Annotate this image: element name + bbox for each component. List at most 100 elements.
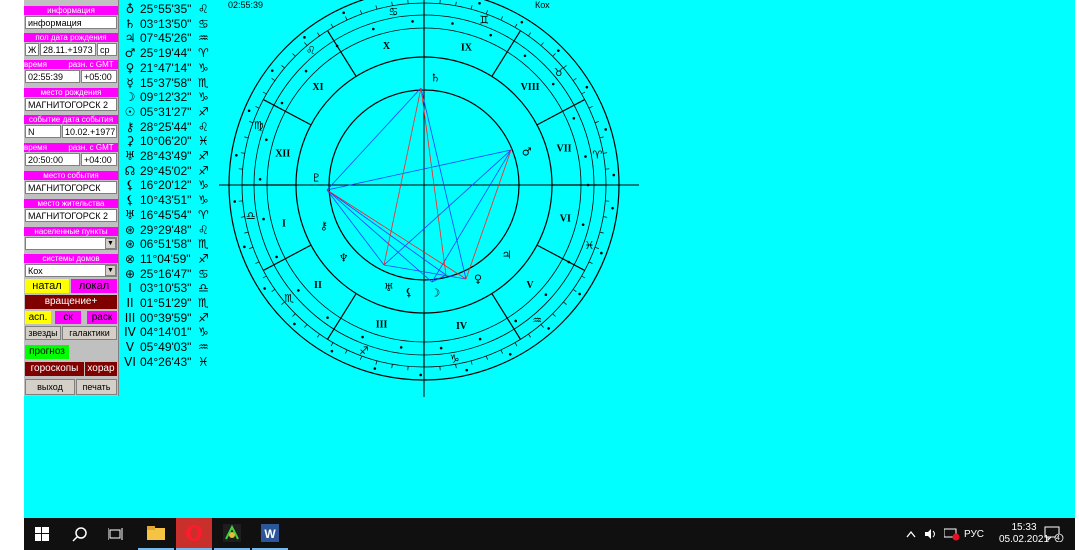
degree-tick bbox=[528, 32, 531, 37]
degree-tick bbox=[317, 32, 320, 37]
planet-row: IV 04°14'01" ♑ bbox=[120, 325, 214, 340]
zodiac-sign-glyph: ♐ bbox=[198, 163, 209, 178]
star-dot bbox=[263, 287, 266, 290]
file-explorer-icon[interactable] bbox=[138, 518, 174, 550]
planet-row: ♁ 25°55'35" ♌ bbox=[120, 2, 214, 17]
forecast-button[interactable]: прогноз bbox=[25, 345, 69, 359]
house-numeral: IX bbox=[461, 42, 473, 53]
planet-glyph: ☉ bbox=[124, 104, 136, 119]
task-view-icon[interactable] bbox=[98, 518, 134, 550]
chevron-down-icon[interactable]: ▼ bbox=[105, 238, 116, 249]
star-dot bbox=[399, 346, 403, 349]
degree-tick bbox=[552, 313, 556, 317]
planet-glyph: ⊛ bbox=[124, 237, 136, 252]
galaxies-button[interactable]: галактики bbox=[62, 326, 117, 340]
show-hidden-icons-chevron[interactable] bbox=[906, 518, 916, 550]
birth-date-field[interactable]: 28.11.+1973 bbox=[40, 43, 96, 56]
event-gmt-field[interactable]: +04:00 bbox=[81, 153, 117, 166]
horoscopes-button[interactable]: гороскопы bbox=[25, 362, 84, 376]
planet-glyph: ♅ bbox=[124, 207, 136, 222]
word-icon[interactable]: W bbox=[252, 518, 288, 550]
star-dot bbox=[258, 177, 262, 181]
exit-button[interactable]: выход bbox=[25, 379, 75, 395]
zodiac-sign-glyph: ♌ bbox=[198, 119, 209, 134]
planet-glyph: ⊗ bbox=[124, 251, 136, 266]
search-icon[interactable] bbox=[62, 518, 98, 550]
house-numeral: III bbox=[376, 320, 388, 331]
language-indicator[interactable]: РУС bbox=[964, 518, 984, 550]
eventplace-field[interactable]: МАГНИТОГОРСК bbox=[25, 181, 117, 194]
rask-button[interactable]: раск bbox=[87, 311, 117, 324]
degree-tick bbox=[281, 65, 285, 69]
zodiac-sign-glyph: ♐ bbox=[198, 251, 209, 266]
settlements-dropdown[interactable] bbox=[25, 237, 117, 250]
house-system-dropdown[interactable]: Кох bbox=[25, 264, 117, 277]
degree-tick bbox=[581, 91, 586, 95]
aspect-line bbox=[326, 149, 512, 191]
star-dot bbox=[419, 373, 422, 377]
planet-row: ⚷ 28°25'44" ♌ bbox=[120, 120, 214, 135]
house-numeral: XI bbox=[312, 82, 323, 93]
stars-button[interactable]: звезды bbox=[25, 326, 61, 340]
star-dot bbox=[585, 85, 589, 89]
rotation-button[interactable]: вращение+ bbox=[25, 295, 117, 309]
volume-icon[interactable] bbox=[924, 518, 938, 550]
planet-glyph-inner: ♄ bbox=[430, 72, 440, 85]
opera-browser-icon[interactable] bbox=[176, 518, 212, 550]
planet-row: ⚸ 10°43'51" ♑ bbox=[120, 193, 214, 208]
planet-glyph: ☿ bbox=[126, 75, 134, 90]
birth-time-field[interactable]: 02:55:39 bbox=[25, 70, 80, 83]
left-margin bbox=[0, 0, 24, 518]
notifications-icon[interactable]: 4 bbox=[1044, 518, 1064, 550]
birth-gmt-field[interactable]: +05:00 bbox=[81, 70, 117, 83]
windows-start-icon[interactable] bbox=[24, 518, 60, 550]
astrology-app-icon[interactable] bbox=[214, 518, 250, 550]
sk-button[interactable]: ск bbox=[55, 311, 81, 324]
planet-glyph: ⊕ bbox=[124, 266, 136, 281]
info-field[interactable]: информация bbox=[25, 16, 117, 29]
chevron-down-icon[interactable]: ▼ bbox=[105, 265, 116, 276]
natal-button[interactable]: натал bbox=[25, 279, 69, 293]
planet-row: ⚸ 16°20'12" ♑ bbox=[120, 178, 214, 193]
planet-glyph: III bbox=[124, 310, 136, 325]
birthplace-field[interactable]: МАГНИТОГОРСК 2 bbox=[25, 98, 117, 111]
planet-glyph: ⚳ bbox=[125, 134, 135, 149]
zodiac-sign-glyph: ♌ bbox=[198, 2, 209, 16]
event-time-field[interactable]: 20:50:00 bbox=[25, 153, 80, 166]
star-dot bbox=[478, 2, 481, 5]
print-button[interactable]: печать bbox=[76, 379, 117, 395]
zodiac-sign-glyph: ♐ bbox=[198, 310, 209, 325]
planet-position: 00°39'59" bbox=[140, 310, 192, 325]
residence-field[interactable]: МАГНИТОГОРСК 2 bbox=[25, 209, 117, 222]
sex-field[interactable]: Ж bbox=[25, 43, 39, 56]
degree-tick bbox=[594, 121, 599, 124]
degree-tick bbox=[594, 246, 599, 249]
house-numeral: X bbox=[383, 41, 391, 52]
zodiac-sign-glyph: ♏ bbox=[198, 75, 209, 90]
planet-glyph-inner: ⚸ bbox=[405, 286, 413, 299]
planet-position: 10°43'51" bbox=[140, 193, 192, 208]
planet-glyph-inner: ☽ bbox=[430, 286, 440, 299]
degree-tick bbox=[500, 349, 503, 354]
planet-row: ☿ 15°37'58" ♏ bbox=[120, 76, 214, 91]
zodiac-sign-glyph: ♋ bbox=[198, 266, 209, 281]
star-dot bbox=[520, 20, 524, 24]
horar-button[interactable]: хорар bbox=[85, 362, 117, 376]
degree-tick bbox=[249, 246, 254, 249]
network-icon[interactable] bbox=[944, 518, 960, 550]
aspects-button[interactable]: асп. bbox=[25, 311, 51, 324]
aspect-line bbox=[420, 87, 447, 276]
planet-glyph: ♃ bbox=[124, 31, 136, 46]
local-button[interactable]: локал bbox=[71, 279, 117, 293]
house-cusp-line bbox=[491, 293, 521, 340]
event-gmt-header: разн. с GMT bbox=[64, 143, 118, 152]
star-dot bbox=[514, 319, 518, 323]
birth-weekday-field[interactable]: ср bbox=[97, 43, 117, 56]
event-date-field[interactable]: 10.02.+1977 bbox=[62, 125, 117, 138]
planet-glyph: ⊛ bbox=[124, 222, 136, 237]
planet-glyph-inner: ♀ bbox=[474, 273, 482, 286]
zodiac-sign-glyph: ♒ bbox=[198, 340, 209, 355]
planet-position: 25°19'44" bbox=[140, 46, 192, 61]
star-dot bbox=[275, 255, 278, 259]
event-code-field[interactable]: N bbox=[25, 125, 61, 138]
